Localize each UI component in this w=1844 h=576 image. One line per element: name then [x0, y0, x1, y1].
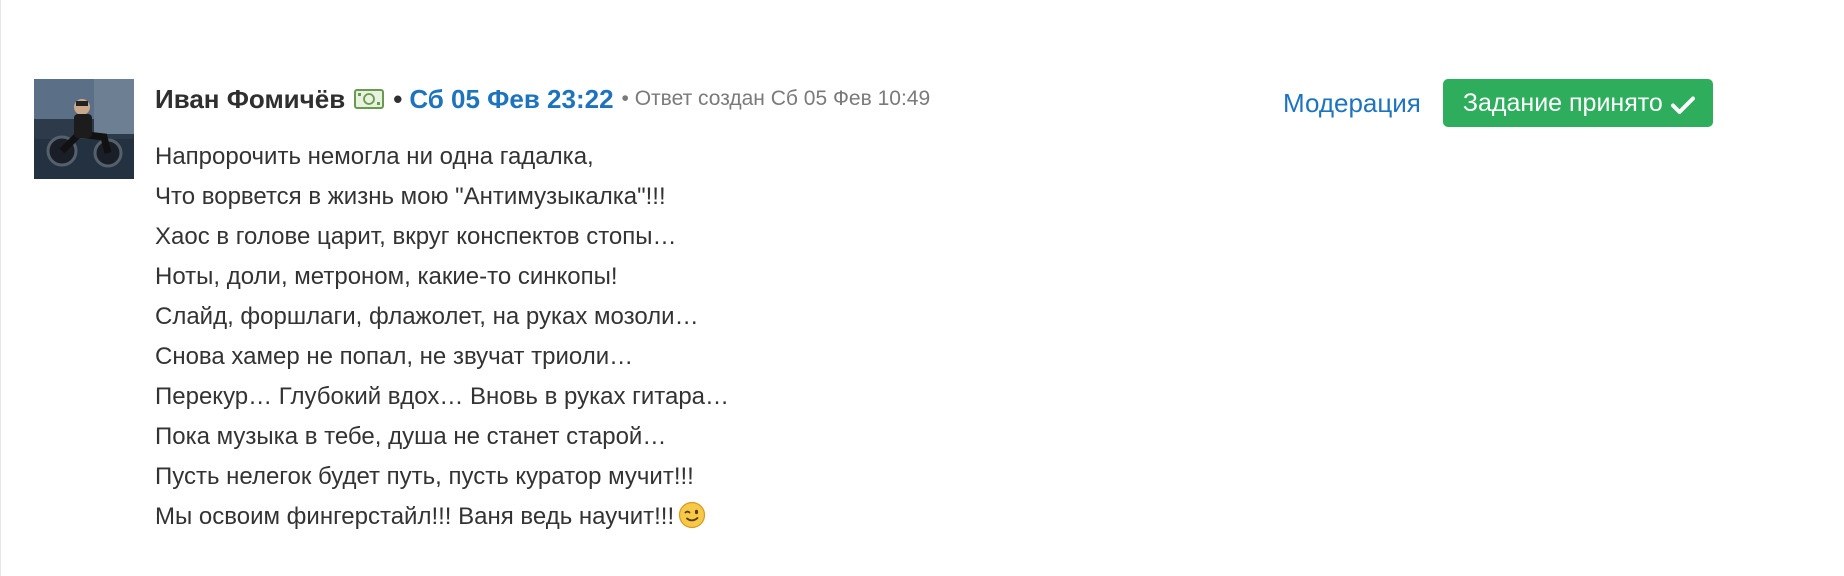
- task-accepted-label: Задание принято: [1462, 88, 1663, 117]
- poem-line: Перекур… Глубокий вдох… Вновь в руках ги…: [155, 383, 730, 410]
- comment-actions: Модерация Задание принято: [1283, 79, 1713, 127]
- comment-date-link[interactable]: Сб 05 Фев 23:22: [409, 84, 613, 115]
- poem-line-last: Мы освоим фингерстайл!!! Ваня ведь научи…: [155, 497, 1255, 537]
- poem-line: Слайд, форшлаги, флажолет, на руках мозо…: [155, 303, 699, 330]
- poem-line: Что ворвется в жизнь мою "Антимузыкалка"…: [155, 183, 666, 210]
- wink-emoji-icon: [678, 501, 706, 529]
- page-left-border: [0, 0, 1, 576]
- poem-line-text: Мы освоим фингерстайл!!! Ваня ведь научи…: [155, 503, 675, 530]
- poem-line: Ноты, доли, метроном, какие-то синкопы!: [155, 263, 618, 290]
- poem-line: Пока музыка в тебе, душа не станет старо…: [155, 423, 667, 450]
- comment-meta: Иван Фомичёв • Сб 05 Фев 23:22 • Ответ с…: [155, 77, 1255, 121]
- moderation-link[interactable]: Модерация: [1283, 88, 1421, 119]
- meta-separator: •: [393, 83, 403, 114]
- avatar-image: [34, 79, 134, 179]
- money-icon: [354, 89, 385, 109]
- poem-line: Снова хамер не попал, не звучат триоли…: [155, 343, 634, 370]
- avatar[interactable]: [34, 79, 134, 179]
- poem-line: Хаос в голове царит, вкруг конспектов ст…: [155, 223, 677, 250]
- poem-line: Пусть нелегок будет путь, пусть куратор …: [155, 463, 694, 490]
- poem-line: Напророчить немогла ни одна гадалка,: [155, 143, 594, 170]
- check-icon: [1670, 93, 1695, 114]
- author-name[interactable]: Иван Фомичёв: [155, 84, 345, 115]
- task-accepted-button[interactable]: Задание принято: [1442, 79, 1713, 127]
- created-timestamp: • Ответ создан Сб 05 Фев 10:49: [621, 87, 931, 110]
- comment-content: Иван Фомичёв • Сб 05 Фев 23:22 • Ответ с…: [155, 79, 1255, 537]
- comment-text: Напророчить немогла ни одна гадалка, Что…: [155, 137, 1255, 537]
